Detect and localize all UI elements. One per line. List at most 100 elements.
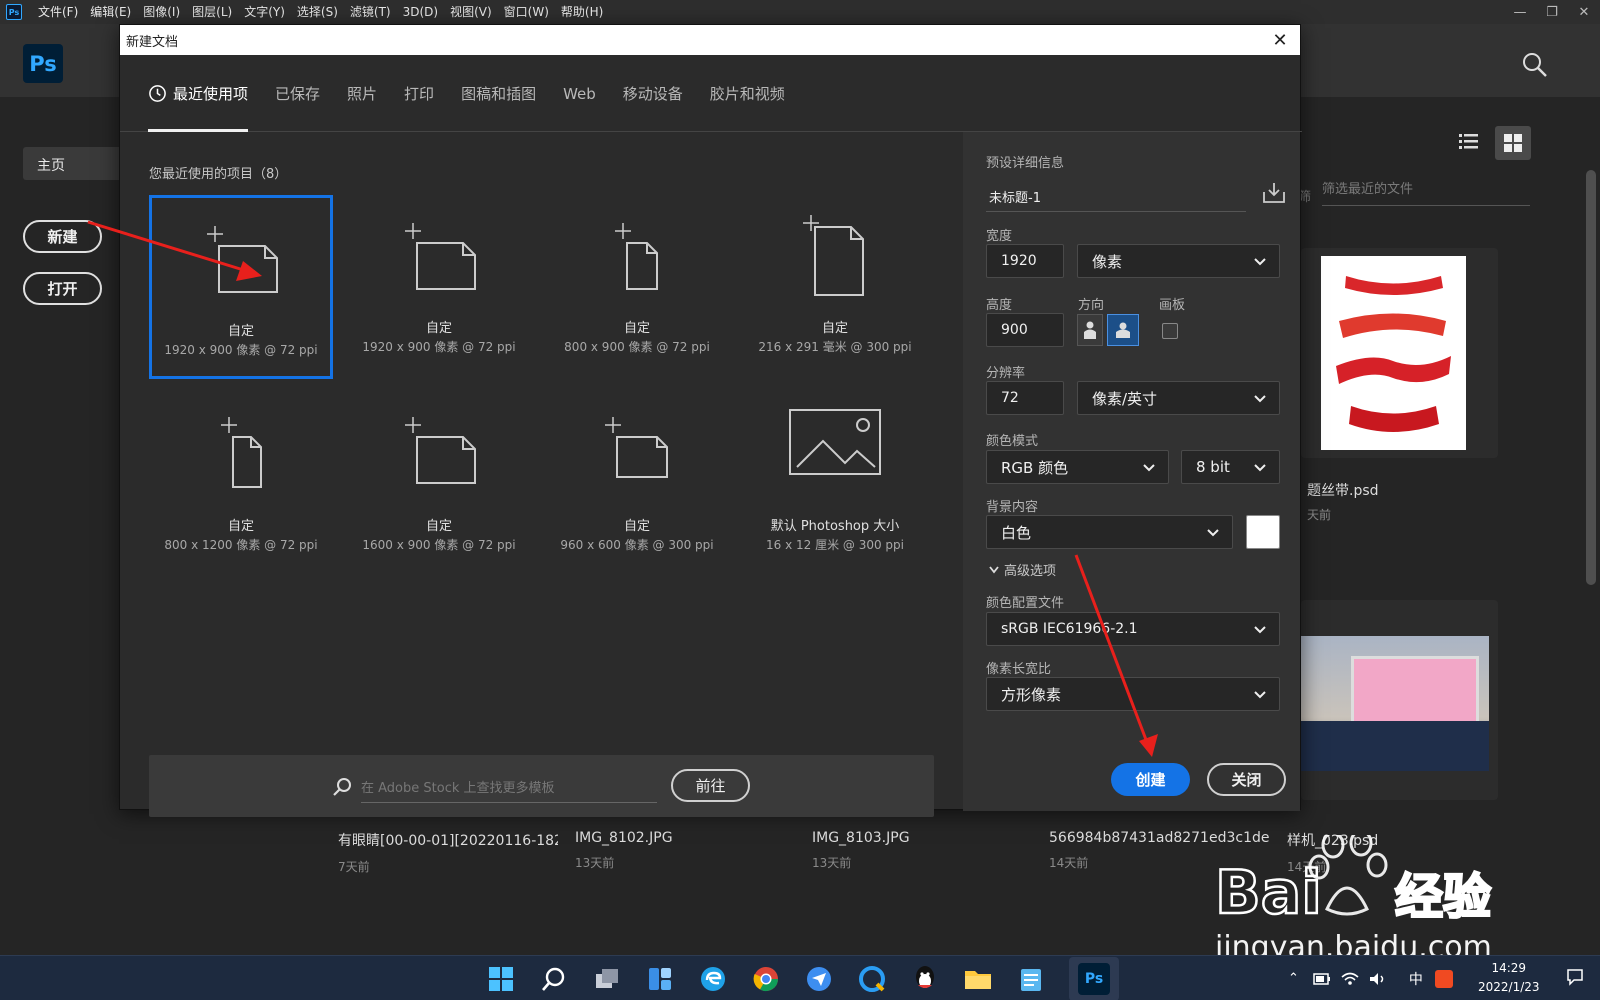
menu-filter[interactable]: 滤镜(T): [344, 0, 397, 24]
recent-file-item[interactable]: IMG_8102.JPG 13天前: [575, 830, 795, 871]
notepad-icon[interactable]: [1015, 963, 1047, 995]
recent-file-item[interactable]: IMG_8103.JPG 13天前: [812, 830, 1032, 871]
filter-recent-input[interactable]: 筛选最近的文件: [1322, 178, 1530, 206]
menu-select[interactable]: 选择(S): [291, 0, 344, 24]
search-icon: [333, 778, 351, 796]
advanced-options-toggle[interactable]: 高级选项: [988, 560, 1056, 579]
preset-item[interactable]: 自定 960 x 600 像素 @ 300 ppi: [545, 393, 729, 577]
tab-art-illustration[interactable]: 图稿和插图: [461, 55, 536, 132]
tab-print[interactable]: 打印: [404, 55, 434, 132]
create-button[interactable]: 创建: [1111, 763, 1190, 796]
preset-tabs: 最近使用项 已保存 照片 打印 图稿和插图 Web 移动设备 胶片和视频: [120, 55, 1302, 132]
menu-image[interactable]: 图像(I): [137, 0, 186, 24]
search-icon[interactable]: [538, 963, 570, 995]
chrome-icon[interactable]: [750, 963, 782, 995]
width-input[interactable]: 1920: [986, 244, 1064, 278]
tab-label: 最近使用项: [173, 85, 249, 103]
billboard-thumbnail[interactable]: [1301, 636, 1489, 771]
search-icon[interactable]: [1520, 50, 1550, 80]
stock-search-input[interactable]: 在 Adobe Stock 上查找更多模板: [361, 775, 657, 803]
preset-item[interactable]: 自定 1920 x 900 像素 @ 72 ppi: [149, 195, 333, 379]
scrollbar-thumb[interactable]: [1586, 170, 1596, 585]
menu-window[interactable]: 窗口(W): [498, 0, 555, 24]
close-button[interactable]: 关闭: [1207, 763, 1286, 796]
image-icon: [789, 409, 881, 475]
portrait-orientation-button[interactable]: [1077, 314, 1103, 346]
menu-edit[interactable]: 编辑(E): [84, 0, 137, 24]
chevron-up-icon[interactable]: ⌃: [1288, 971, 1299, 986]
battery-icon[interactable]: [1313, 972, 1331, 986]
preset-item[interactable]: 默认 Photoshop 大小 16 x 12 厘米 @ 300 ppi: [743, 393, 927, 577]
color-mode-select[interactable]: RGB 颜色: [986, 450, 1169, 484]
wifi-icon[interactable]: [1341, 972, 1359, 986]
start-icon[interactable]: [485, 963, 517, 995]
clock[interactable]: 14:29 2022/1/23: [1478, 959, 1540, 997]
qq-browser-icon[interactable]: [856, 963, 888, 995]
menu-type[interactable]: 文字(Y): [238, 0, 291, 24]
tab-recent[interactable]: 最近使用项: [148, 55, 249, 132]
preset-item[interactable]: 自定 1600 x 900 像素 @ 72 ppi: [347, 393, 531, 577]
save-preset-icon[interactable]: [1261, 180, 1287, 206]
goto-button[interactable]: 前往: [671, 769, 750, 802]
close-icon[interactable]: ✕: [1268, 28, 1292, 52]
preset-size: 1920 x 900 像素 @ 72 ppi: [164, 343, 318, 357]
preset-item[interactable]: 自定 1920 x 900 像素 @ 72 ppi: [347, 195, 531, 379]
baidu-paw-logo: Bai 经验 jingyan.baidu.com: [1214, 829, 1492, 965]
new-button[interactable]: 新建: [23, 220, 102, 253]
presets-pane: 您最近使用的项目（8） 自定 1920 x 900 像素 @ 72 ppi 自定…: [120, 132, 963, 817]
bit-depth-select[interactable]: 8 bit: [1181, 450, 1280, 484]
menu-file[interactable]: 文件(F): [32, 0, 84, 24]
photoshop-taskbar-icon[interactable]: Ps: [1078, 963, 1110, 995]
background-color-swatch[interactable]: [1246, 515, 1280, 549]
preset-item[interactable]: 自定 800 x 900 像素 @ 72 ppi: [545, 195, 729, 379]
minimize-icon[interactable]: —: [1504, 0, 1536, 24]
width-label: 宽度: [986, 229, 1013, 244]
task-view-icon[interactable]: [591, 963, 623, 995]
ps-app-icon[interactable]: Ps: [6, 4, 22, 20]
edge-icon[interactable]: [697, 963, 729, 995]
tab-web[interactable]: Web: [563, 55, 596, 132]
bit-depth-value: 8 bit: [1196, 458, 1230, 476]
color-profile-select[interactable]: sRGB IEC61966-2.1: [986, 612, 1280, 646]
list-view-icon[interactable]: [1453, 126, 1483, 156]
resolution-unit-select[interactable]: 像素/英寸: [1077, 381, 1280, 415]
artboard-checkbox[interactable]: [1162, 323, 1178, 339]
preset-size: 16 x 12 厘米 @ 300 ppi: [765, 538, 904, 552]
tab-photo[interactable]: 照片: [347, 55, 377, 132]
menu-layer[interactable]: 图层(L): [186, 0, 238, 24]
open-button[interactable]: 打开: [23, 272, 102, 305]
menu-3d[interactable]: 3D(D): [397, 0, 444, 24]
background-select[interactable]: 白色: [986, 515, 1233, 549]
ime-indicator[interactable]: 中: [1409, 969, 1423, 989]
pixel-aspect-select[interactable]: 方形像素: [986, 677, 1280, 711]
feishu-icon[interactable]: [803, 963, 835, 995]
file-explorer-icon[interactable]: [962, 963, 994, 995]
height-input[interactable]: 900: [986, 313, 1064, 347]
document-name-field[interactable]: 未标题-1: [986, 180, 1246, 212]
document-portrait-icon: [221, 417, 262, 488]
resolution-input[interactable]: 72: [986, 381, 1064, 415]
details-heading: 预设详细信息: [986, 156, 1065, 171]
width-unit-select[interactable]: 像素: [1077, 244, 1280, 278]
menu-view[interactable]: 视图(V): [444, 0, 498, 24]
notification-icon[interactable]: [1566, 968, 1584, 986]
billboard-board: [1351, 656, 1479, 726]
preset-item[interactable]: 自定 800 x 1200 像素 @ 72 ppi: [149, 393, 333, 577]
recent-file-item[interactable]: 有眼睛[00-00-01][20220116-182... 7天前: [338, 830, 558, 875]
tab-film-video[interactable]: 胶片和视频: [710, 55, 785, 132]
pixel-aspect-value: 方形像素: [1001, 685, 1062, 704]
landscape-orientation-button[interactable]: [1107, 314, 1139, 346]
tab-mobile[interactable]: 移动设备: [623, 55, 683, 132]
menu-help[interactable]: 帮助(H): [555, 0, 609, 24]
grid-view-icon[interactable]: [1495, 126, 1531, 160]
qq-icon[interactable]: [909, 963, 941, 995]
ribbon-thumbnail[interactable]: [1321, 256, 1466, 450]
restore-icon[interactable]: ❐: [1536, 0, 1568, 24]
sogou-icon[interactable]: [1434, 969, 1453, 988]
close-window-icon[interactable]: ✕: [1568, 0, 1600, 24]
nav-home[interactable]: 主页: [23, 147, 123, 180]
volume-icon[interactable]: [1369, 972, 1387, 986]
preset-item[interactable]: 自定 216 x 291 毫米 @ 300 ppi: [743, 195, 927, 379]
tab-saved[interactable]: 已保存: [275, 55, 320, 132]
widgets-icon[interactable]: [644, 963, 676, 995]
